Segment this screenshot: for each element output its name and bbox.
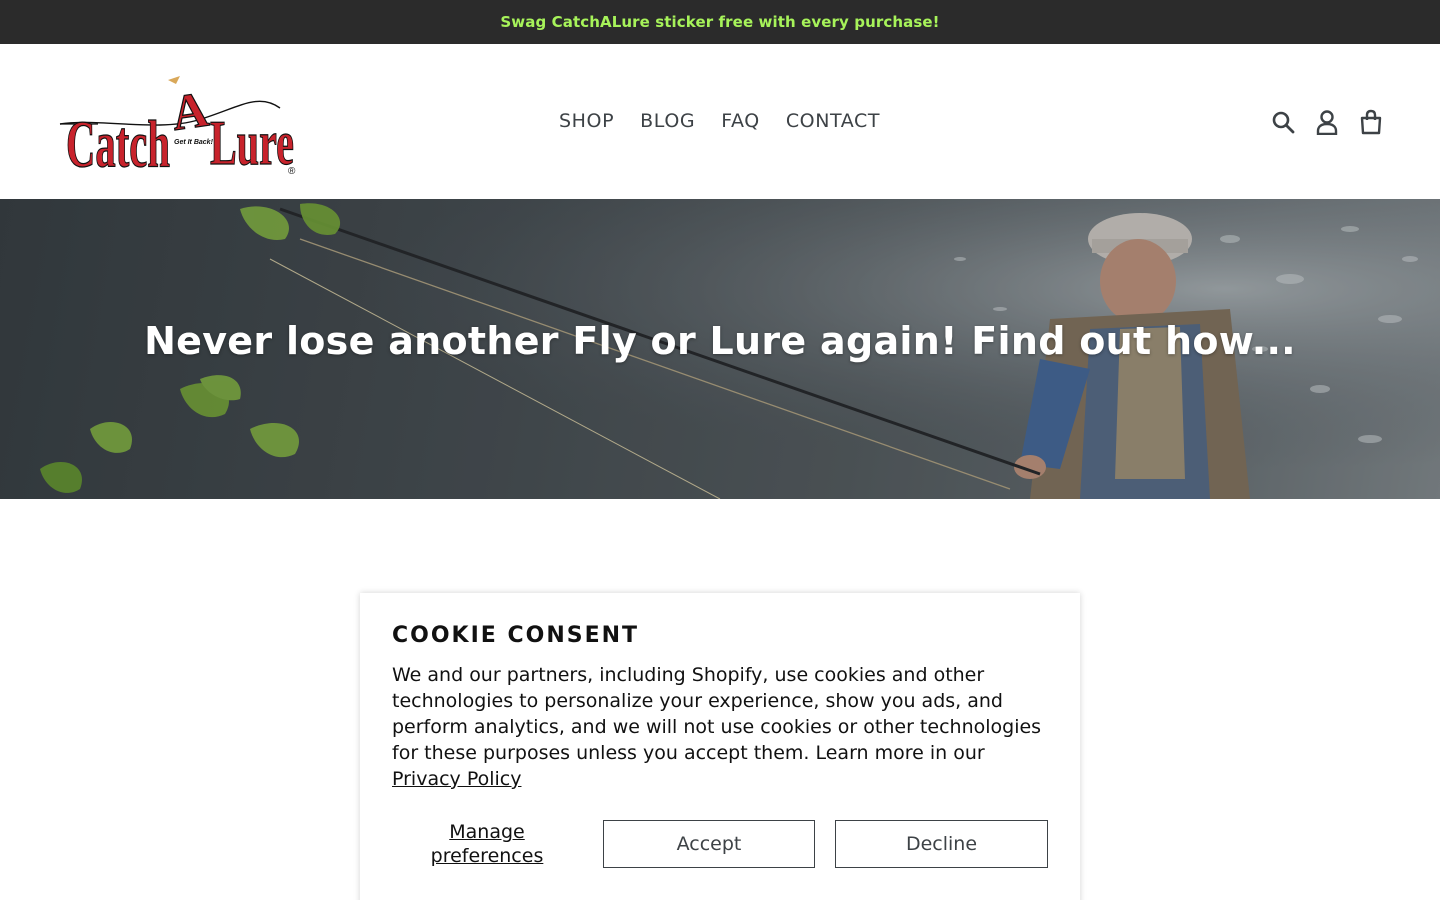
logo-tagline: Get It Back! [174,139,214,146]
hero-title: Never lose another Fly or Lure again! Fi… [144,319,1296,363]
main-nav: SHOP BLOG FAQ CONTACT [546,106,893,136]
cookie-body-text: We and our partners, including Shopify, … [392,664,1042,764]
logo-catch-text: Catch [66,108,170,176]
cookie-body: We and our partners, including Shopify, … [392,662,1048,792]
nav-shop[interactable]: SHOP [546,106,627,136]
account-icon[interactable] [1312,107,1342,137]
logo-a-text: A [168,80,212,140]
logo-registered: ® [288,166,296,176]
accept-button[interactable]: Accept [603,820,815,868]
cart-icon[interactable] [1356,107,1386,137]
search-icon[interactable] [1268,107,1298,137]
decline-button[interactable]: Decline [835,820,1048,868]
privacy-policy-link[interactable]: Privacy Policy [392,768,521,790]
announcement-bar: Swag CatchALure sticker free with every … [0,0,1440,44]
nav-blog[interactable]: BLOG [627,106,708,136]
logo[interactable]: Catch A Lure Get It Back! ® [58,72,300,182]
manage-preferences-link[interactable]: Manage preferences [392,820,582,868]
cookie-title: COOKIE CONSENT [392,623,640,648]
nav-faq[interactable]: FAQ [708,106,773,136]
site-header: Catch A Lure Get It Back! ® SHOP BLOG FA… [0,44,1440,199]
cookie-consent-dialog: COOKIE CONSENT We and our partners, incl… [360,593,1080,900]
announcement-text: Swag CatchALure sticker free with every … [500,13,940,31]
header-icons [1268,107,1386,137]
cookie-actions: Manage preferences Accept Decline [392,820,1048,868]
logo-lure-text: Lure [210,107,294,176]
nav-contact[interactable]: CONTACT [773,106,893,136]
hero-banner: Never lose another Fly or Lure again! Fi… [0,199,1440,499]
